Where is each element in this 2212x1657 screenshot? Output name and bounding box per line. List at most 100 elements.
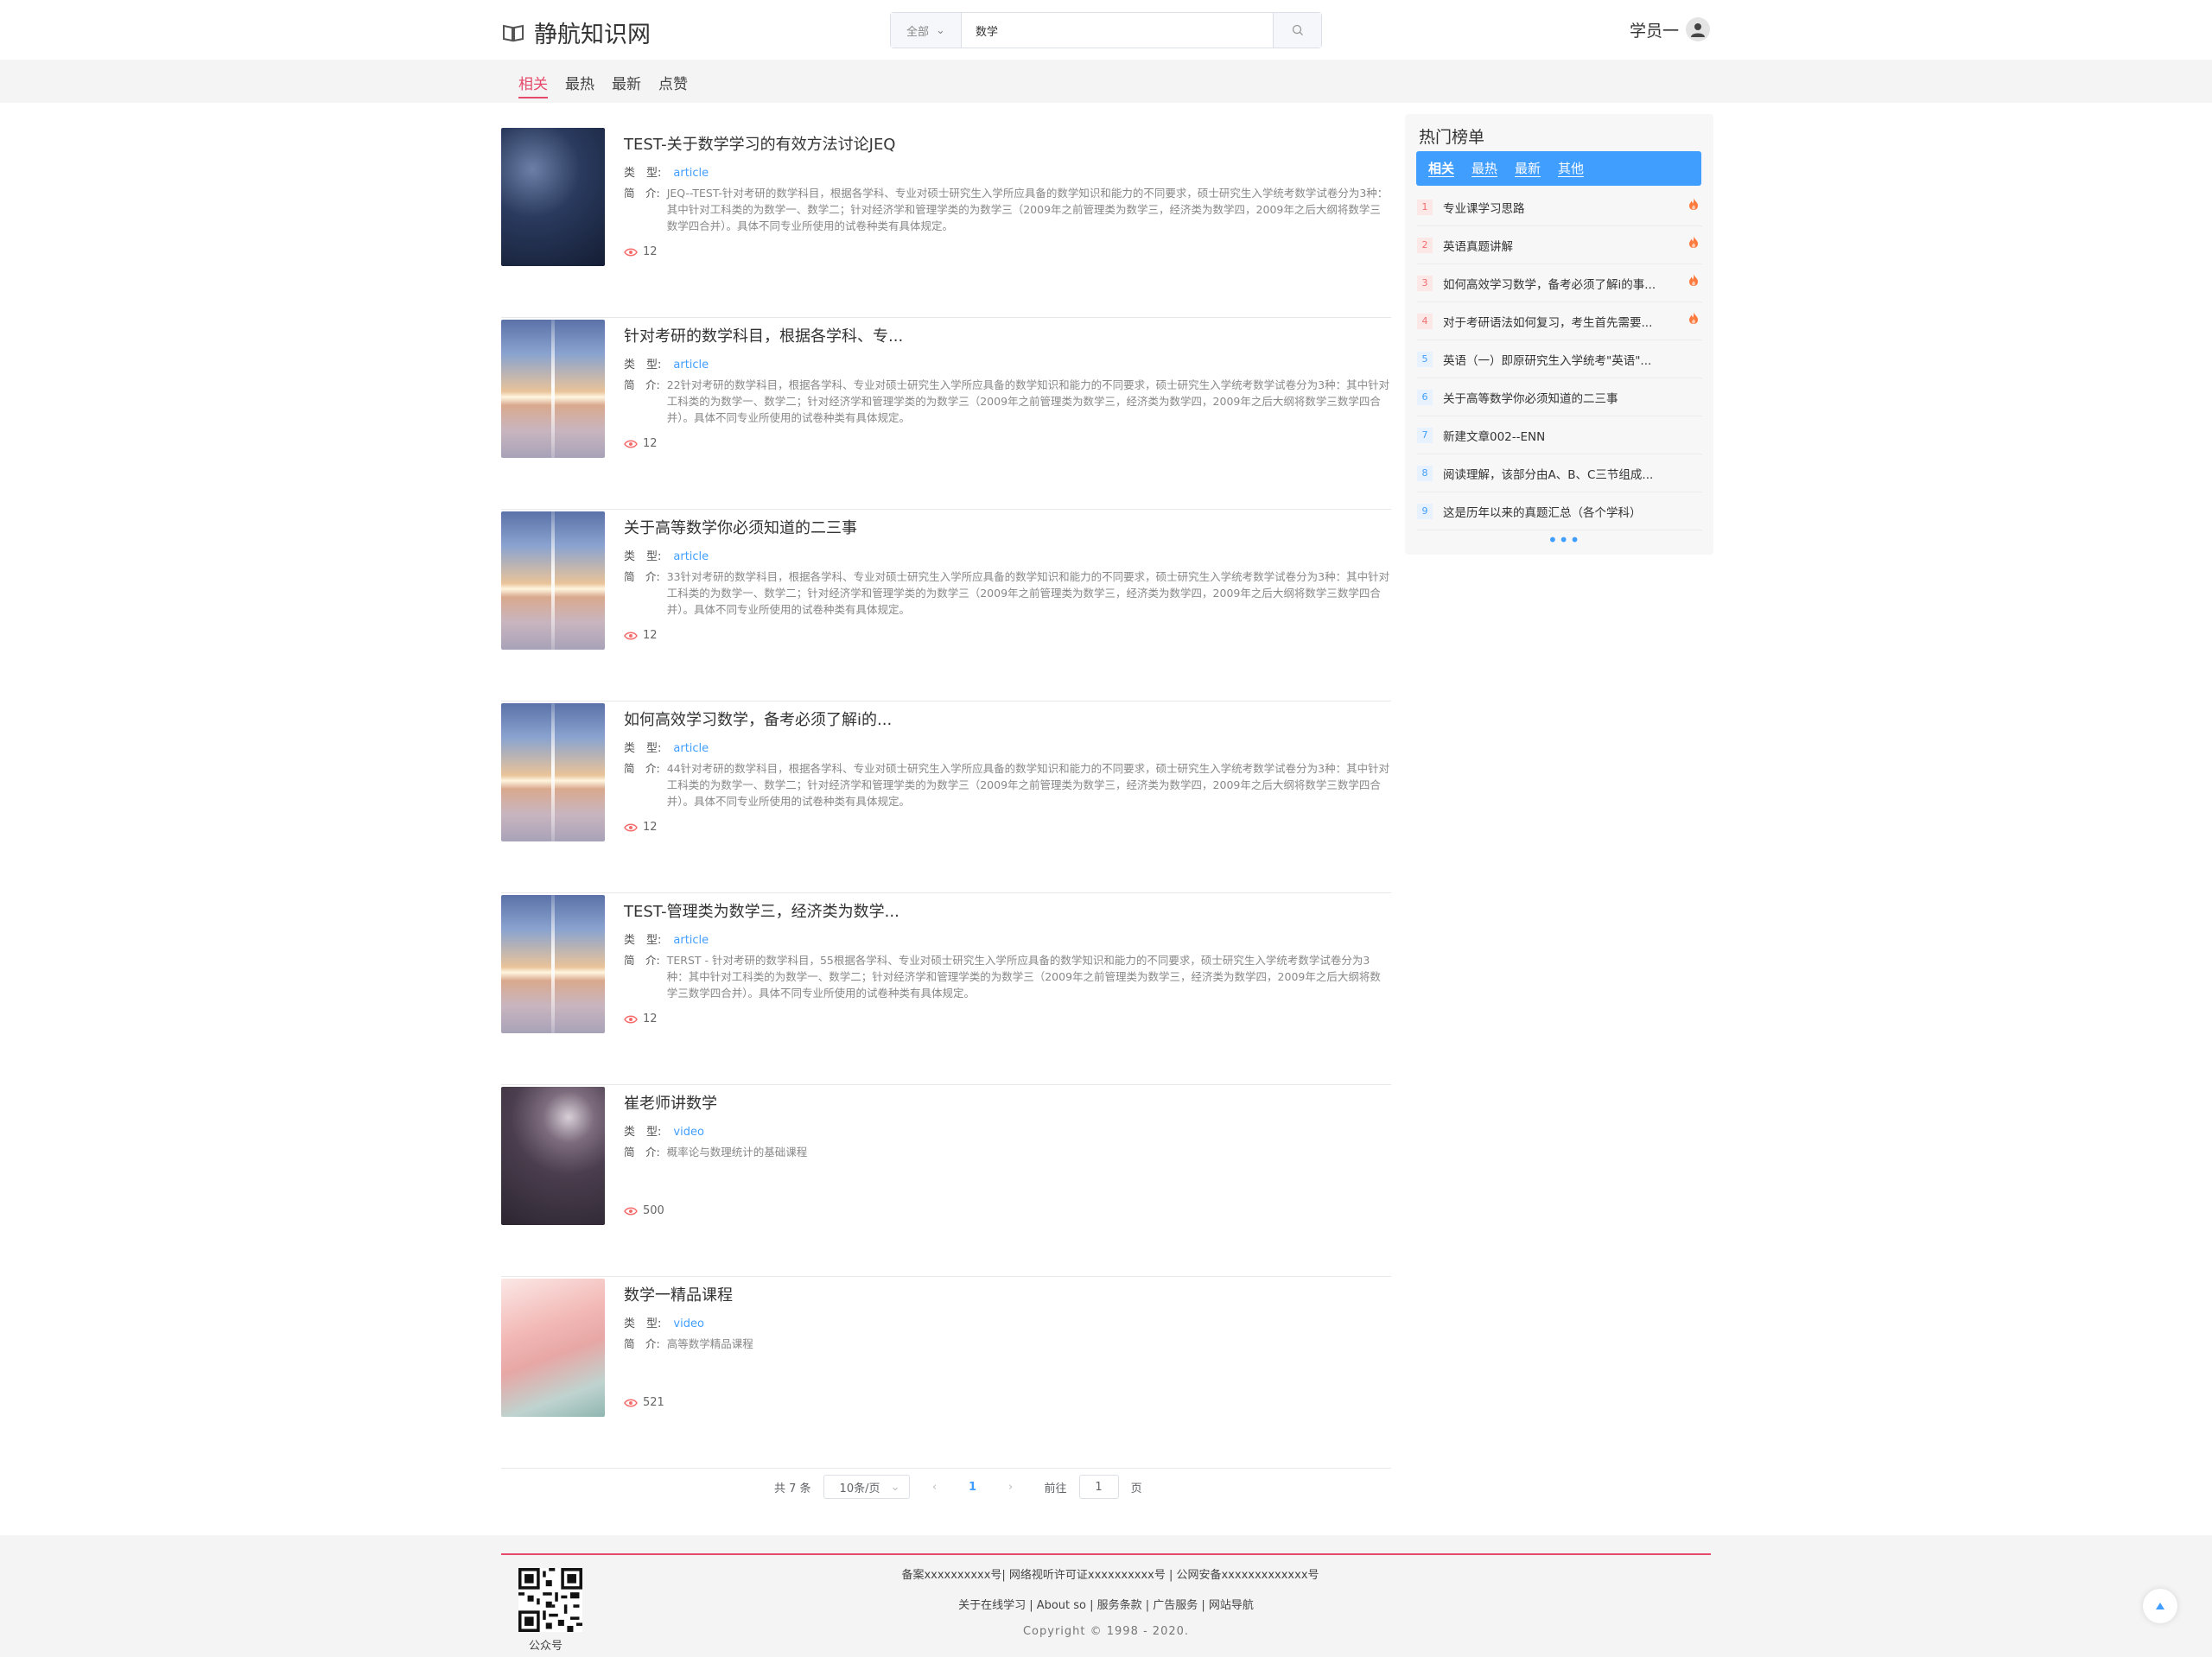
view-count: 521 [624, 1396, 664, 1409]
type-link[interactable]: article [673, 742, 709, 755]
result-thumbnail[interactable] [501, 511, 605, 650]
result-desc-row: 简 介: 33针对考研的数学科目，根据各学科、专业对硕士研究生入学所应具备的数学知… [624, 568, 1391, 618]
type-link[interactable]: video [673, 1317, 704, 1330]
result-thumbnail[interactable] [501, 128, 605, 266]
view-count-value: 500 [643, 1204, 664, 1217]
result-thumbnail[interactable] [501, 895, 605, 1033]
result-type-row: 类 型: video [624, 1317, 1391, 1332]
type-link[interactable]: article [673, 167, 709, 180]
result-thumbnail[interactable] [501, 320, 605, 458]
tab-hottest[interactable]: 最热 [565, 72, 594, 98]
type-label: 类 型: [624, 359, 662, 371]
desc-label: 简 介: [624, 1337, 660, 1350]
type-label: 类 型: [624, 934, 662, 947]
book-icon [503, 24, 524, 41]
result-desc: 44针对考研的数学科目，根据各学科、专业对硕士研究生入学所应具备的数学知识和能力… [666, 762, 1390, 808]
light-beam-decoration [551, 703, 555, 841]
ranking-item[interactable]: 8 阅读理解，该部分由A、B、C三节组成... [1417, 454, 1702, 492]
ranking-tab-hottest[interactable]: 最热 [1471, 161, 1498, 177]
fire-icon [1689, 274, 1698, 286]
ranking-title: 这是历年以来的真题汇总（各个学科） [1443, 505, 1642, 520]
pagination: 共 7 条 10条/页 ⌄ ‹ 1 › 前往 1 页 [774, 1474, 1142, 1500]
ranking-item[interactable]: 7 新建文章002--ENN [1417, 416, 1702, 454]
result-item[interactable]: 崔老师讲数学 类 型: video 简 介: 概率论与数理统计的基础课程 500 [501, 1085, 1391, 1277]
desc-label: 简 介: [624, 187, 660, 200]
ranking-number: 2 [1417, 237, 1433, 253]
view-count-value: 12 [643, 437, 658, 450]
ranking-item[interactable]: 2 英语真题讲解 [1417, 226, 1702, 264]
user-icon [1691, 23, 1706, 37]
result-thumbnail[interactable] [501, 1087, 605, 1225]
search-scope-label: 全部 [906, 25, 930, 39]
type-label: 类 型: [624, 550, 662, 563]
tab-newest[interactable]: 最新 [612, 72, 641, 98]
view-count-value: 12 [643, 245, 658, 258]
page-number-1[interactable]: 1 [960, 1481, 986, 1494]
ranking-number: 5 [1417, 351, 1433, 367]
view-count: 12 [624, 437, 658, 450]
site-logo[interactable]: 静航知识网 [501, 16, 651, 49]
result-item[interactable]: 针对考研的数学科目，根据各学科、专... 类 型: article 简 介: 22针… [501, 318, 1391, 510]
user-menu[interactable]: 学员一 [1630, 17, 1711, 41]
page-suffix: 页 [1130, 1482, 1142, 1495]
tab-related[interactable]: 相关 [518, 72, 548, 98]
result-title[interactable]: TEST-管理类为数学三，经济类为数学... [624, 902, 1391, 923]
desc-label: 简 介: [624, 570, 660, 583]
ranking-tab-other[interactable]: 其他 [1558, 161, 1585, 177]
result-desc-row: 简 介: 概率论与数理统计的基础课程 [624, 1144, 1391, 1160]
next-page-button[interactable]: › [998, 1481, 1024, 1494]
view-count-value: 12 [643, 1013, 658, 1025]
fire-icon [1689, 236, 1698, 248]
result-item[interactable]: 关于高等数学你必须知道的二三事 类 型: article 简 介: 33针对考研的数… [501, 510, 1391, 702]
ranking-tab-related[interactable]: 相关 [1428, 161, 1455, 177]
result-thumbnail[interactable] [501, 703, 605, 841]
result-item[interactable]: 数学一精品课程 类 型: video 简 介: 高等数学精品课程 521 [501, 1277, 1391, 1469]
avatar[interactable] [1686, 17, 1711, 41]
search-scope-select[interactable]: 全部 ⌄ [891, 13, 962, 48]
search-input[interactable] [962, 13, 1273, 48]
view-count-value: 12 [643, 821, 658, 834]
result-type-row: 类 型: video [624, 1125, 1391, 1140]
page-size-select[interactable]: 10条/页 ⌄ [823, 1475, 910, 1499]
light-beam-decoration [551, 895, 555, 1033]
type-link[interactable]: article [673, 359, 709, 371]
footer: 公众号 备案xxxxxxxxxx号| 网络视听许可证xxxxxxxxxx号 | … [0, 1535, 2212, 1657]
prev-page-button[interactable]: ‹ [922, 1481, 948, 1494]
footer-links[interactable]: 关于在线学习 | About so | 服务条款 | 广告服务 | 网站导航 [0, 1596, 2212, 1612]
ranking-item[interactable]: 5 英语（一）即原研究生入学统考"英语"... [1417, 340, 1702, 378]
result-item[interactable]: TEST-关于数学学习的有效方法讨论JEQ 类 型: article 简 介: JE… [501, 126, 1391, 318]
result-item[interactable]: 如何高效学习数学，备考必须了解i的... 类 型: article 简 介: 44针… [501, 702, 1391, 893]
ranking-number: 6 [1417, 389, 1433, 405]
result-item[interactable]: TEST-管理类为数学三，经济类为数学... 类 型: article 简 介: T… [501, 893, 1391, 1085]
result-thumbnail[interactable] [501, 1279, 605, 1417]
type-link[interactable]: article [673, 934, 709, 947]
result-desc: 概率论与数理统计的基础课程 [666, 1146, 808, 1159]
ranking-title: 英语真题讲解 [1443, 239, 1513, 254]
more-button[interactable]: ••• [1548, 531, 1580, 549]
desc-label: 简 介: [624, 954, 660, 967]
result-title[interactable]: 如何高效学习数学，备考必须了解i的... [624, 710, 1391, 731]
search-button[interactable] [1273, 13, 1321, 48]
result-title[interactable]: 崔老师讲数学 [624, 1094, 1391, 1114]
footer-copyright: Copyright © 1998 - 2020. [1022, 1625, 1190, 1638]
result-title[interactable]: 针对考研的数学科目，根据各学科、专... [624, 327, 1391, 347]
result-desc-row: 简 介: TERST - 针对考研的数学科目，55根据各学科、专业对硕士研究生入学… [624, 952, 1391, 1001]
total-count: 共 7 条 [774, 1482, 811, 1495]
ranking-item[interactable]: 1 专业课学习思路 [1417, 188, 1702, 226]
ranking-item[interactable]: 6 关于高等数学你必须知道的二三事 [1417, 378, 1702, 416]
result-desc-row: 简 介: JEQ--TEST-针对考研的数学科目，根据各学科、专业对硕士研究生入学… [624, 185, 1391, 234]
goto-page-input[interactable]: 1 [1078, 1475, 1119, 1499]
result-desc: 22针对考研的数学科目，根据各学科、专业对硕士研究生入学所应具备的数学知识和能力… [666, 378, 1390, 424]
type-link[interactable]: article [673, 550, 709, 563]
result-title[interactable]: 关于高等数学你必须知道的二三事 [624, 518, 1391, 539]
type-link[interactable]: video [673, 1126, 704, 1139]
ranking-item[interactable]: 4 对于考研语法如何复习，考生首先需要... [1417, 302, 1702, 340]
ranking-item[interactable]: 9 这是历年以来的真题汇总（各个学科） [1417, 492, 1702, 530]
ranking-item[interactable]: 3 如何高效学习数学，备考必须了解i的事... [1417, 264, 1702, 302]
tab-likes[interactable]: 点赞 [658, 72, 688, 98]
result-title[interactable]: TEST-关于数学学习的有效方法讨论JEQ [624, 135, 1391, 156]
back-to-top-button[interactable] [2143, 1589, 2177, 1623]
chevron-down-icon: ⌄ [890, 1480, 900, 1494]
ranking-tab-newest[interactable]: 最新 [1515, 161, 1541, 177]
result-title[interactable]: 数学一精品课程 [624, 1286, 1391, 1306]
